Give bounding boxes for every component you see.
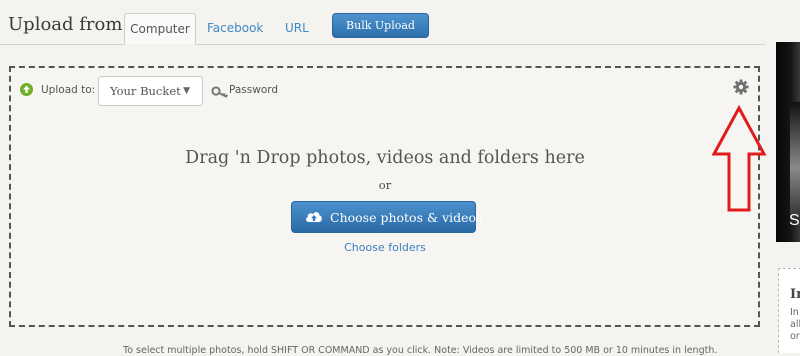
choose-button-label: Choose photos & videos: [330, 210, 483, 225]
gear-icon[interactable]: [733, 79, 749, 99]
password-link[interactable]: Password: [229, 84, 278, 96]
info-panel-text: In all or: [790, 307, 800, 342]
promo-text: S: [789, 212, 800, 229]
cloud-upload-icon: [304, 208, 324, 227]
footnote: To select multiple photos, hold SHIFT OR…: [123, 345, 718, 356]
tab-facebook[interactable]: Facebook: [207, 13, 263, 45]
annotation-arrow: [712, 104, 767, 212]
promo-image: [790, 102, 800, 222]
upload-header: Upload from: Computer Facebook URL Bulk …: [0, 0, 765, 45]
upload-arrow-icon: [20, 83, 33, 96]
promo-banner[interactable]: S: [776, 42, 800, 242]
info-panel-title: In: [790, 287, 800, 302]
bucket-select[interactable]: Your Bucket ▼: [98, 76, 203, 106]
or-separator: or: [378, 178, 392, 192]
key-icon[interactable]: [211, 83, 229, 102]
tab-computer[interactable]: Computer: [124, 13, 196, 45]
info-panel: In In all or: [778, 268, 800, 353]
bucket-select-value: Your Bucket: [110, 84, 181, 98]
chevron-down-icon: ▼: [183, 86, 190, 96]
tab-url[interactable]: URL: [285, 13, 309, 45]
choose-photos-videos-button[interactable]: Choose photos & videos: [291, 201, 482, 233]
drop-zone-title: Drag 'n Drop photos, videos and folders …: [185, 148, 585, 168]
upload-to-label: Upload to:: [41, 84, 96, 96]
bulk-upload-button[interactable]: Bulk Upload: [332, 13, 429, 38]
upload-from-title: Upload from:: [8, 14, 129, 35]
choose-folders-link[interactable]: Choose folders: [0, 241, 770, 254]
